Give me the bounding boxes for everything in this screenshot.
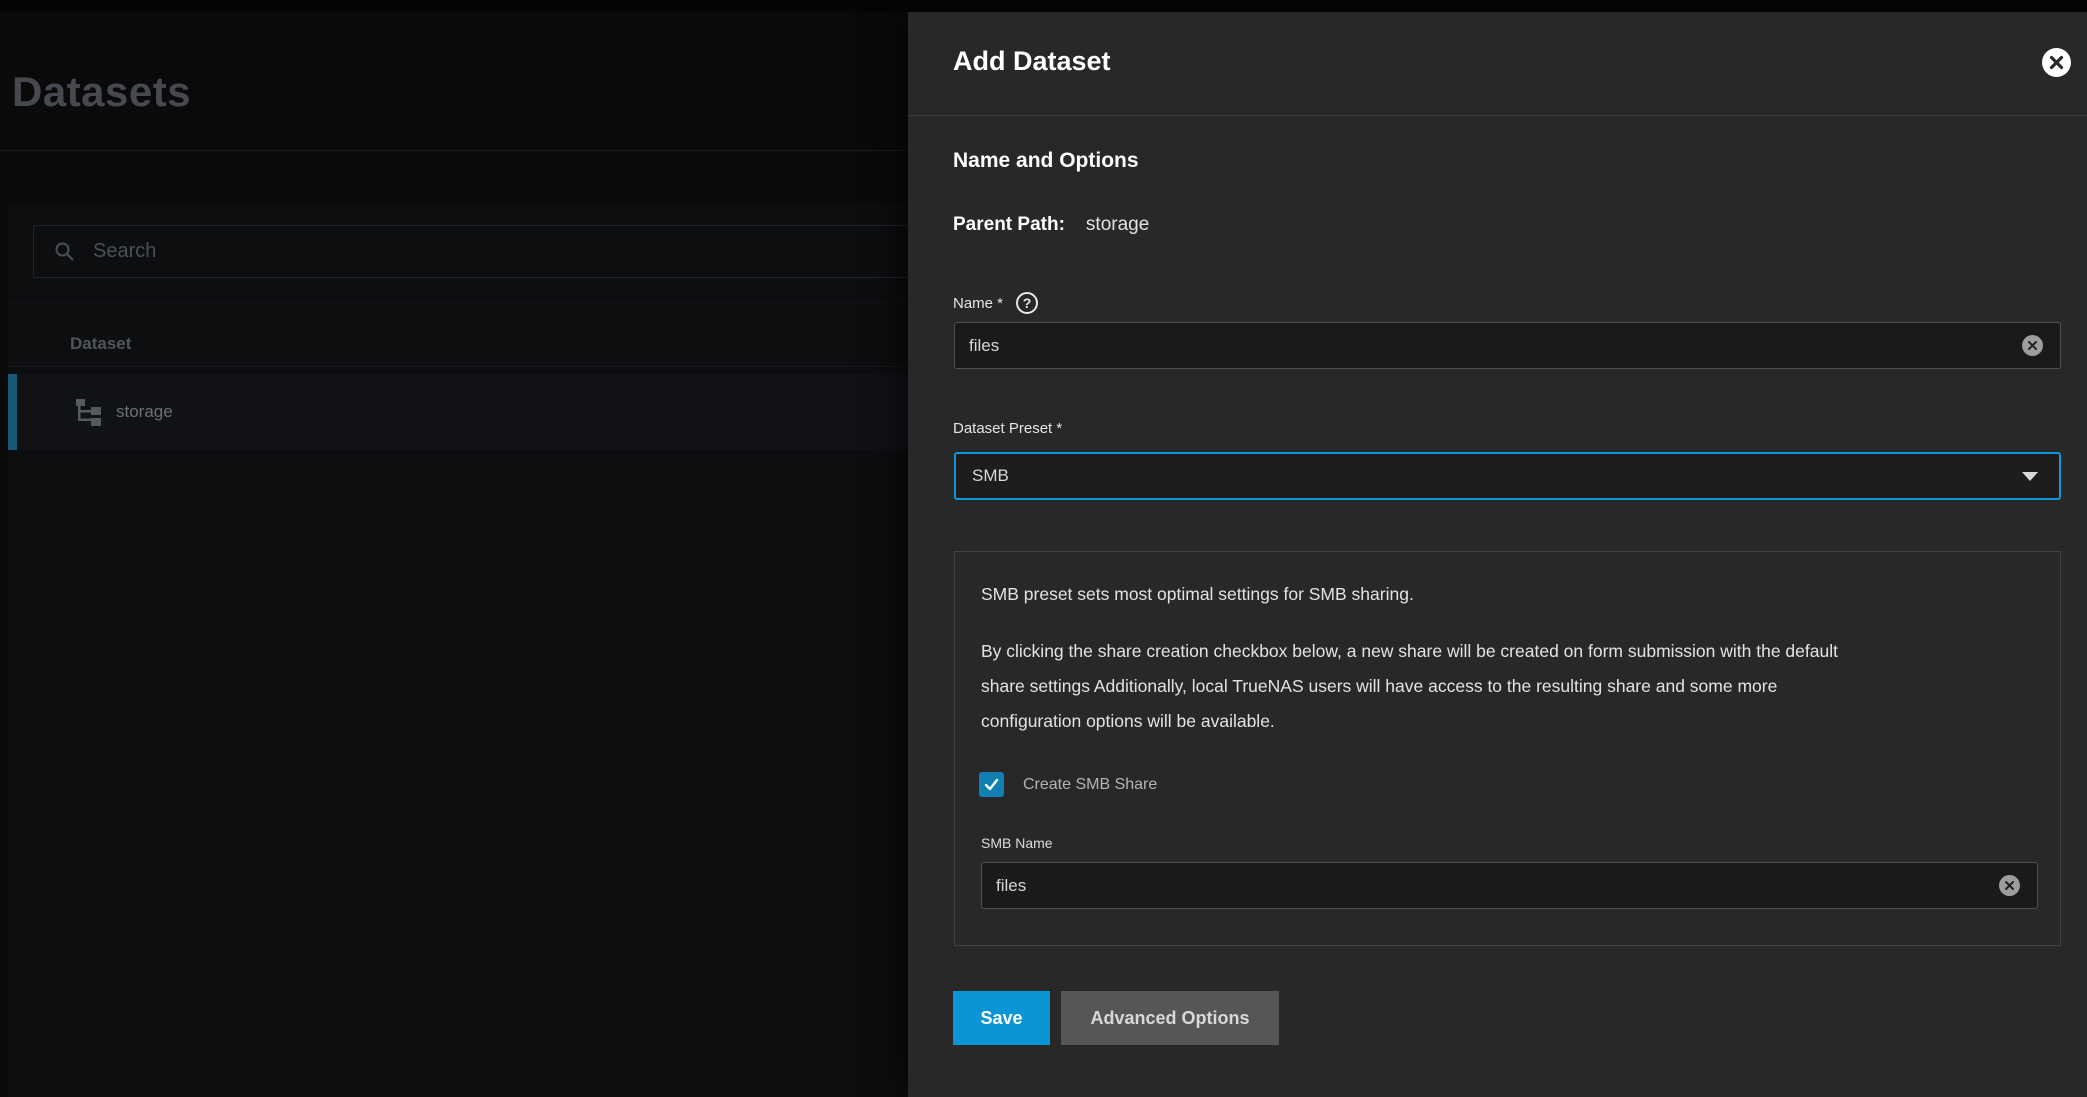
divider [8, 366, 908, 367]
checkbox-checked-icon [979, 772, 1004, 797]
top-bar [0, 0, 2087, 12]
create-smb-share-checkbox[interactable]: Create SMB Share [979, 772, 1157, 797]
divider [0, 150, 908, 151]
divider [8, 303, 908, 304]
dataset-preset-select[interactable]: SMB [954, 452, 2061, 500]
preset-selected-value: SMB [972, 466, 2022, 486]
parent-path-value: storage [1086, 214, 1149, 236]
dialog-actions: Save Advanced Options [953, 991, 1279, 1045]
parent-path-label: Parent Path: [953, 214, 1065, 236]
name-input[interactable] [955, 323, 2022, 368]
app-screen: Datasets Dataset [0, 0, 2087, 1097]
search-icon [54, 241, 75, 262]
dialog-title: Add Dataset [953, 46, 1111, 77]
save-button[interactable]: Save [953, 991, 1050, 1045]
clear-smb-name-icon[interactable] [1999, 875, 2020, 896]
datasets-tree-card: Dataset storage [8, 203, 908, 1097]
preset-field-label: Dataset Preset * [953, 420, 1062, 437]
page-title: Datasets [12, 68, 191, 116]
section-heading: Name and Options [953, 149, 1139, 173]
add-dataset-dialog: Add Dataset Name and Options Parent Path… [908, 12, 2087, 1097]
clear-name-icon[interactable] [2022, 335, 2043, 356]
column-header-dataset: Dataset [70, 334, 131, 354]
close-button[interactable] [2042, 48, 2071, 77]
x-glyph [2005, 881, 2014, 890]
parent-path: Parent Path: storage [953, 214, 1149, 236]
dataset-name: storage [116, 402, 173, 422]
dataset-row-storage[interactable]: storage [8, 374, 908, 450]
smb-name-input-container [981, 862, 2038, 909]
smb-preset-info-box: SMB preset sets most optimal settings fo… [954, 551, 2061, 946]
preset-info-line: SMB preset sets most optimal settings fo… [981, 584, 1414, 605]
name-field-label: Name * [953, 295, 1003, 312]
check-glyph [983, 776, 1000, 793]
paragraph-line: configuration options will be available. [981, 704, 2031, 739]
checkbox-label: Create SMB Share [1023, 776, 1157, 794]
dataset-tree-icon [73, 397, 102, 428]
smb-name-label: SMB Name [981, 835, 1053, 851]
name-field-label-row: Name * ? [953, 292, 1038, 314]
help-icon[interactable]: ? [1016, 292, 1038, 314]
paragraph-line: share settings Additionally, local TrueN… [981, 669, 2031, 704]
name-input-container [954, 322, 2061, 369]
preset-info-paragraph: By clicking the share creation checkbox … [981, 634, 2031, 739]
divider [908, 115, 2087, 116]
x-glyph [2028, 341, 2037, 350]
selected-row-indicator [8, 374, 17, 450]
close-icon [2049, 55, 2064, 70]
advanced-options-button[interactable]: Advanced Options [1061, 991, 1279, 1045]
paragraph-line: By clicking the share creation checkbox … [981, 634, 2031, 669]
smb-name-input[interactable] [982, 863, 1999, 908]
chevron-down-icon [2022, 472, 2038, 481]
